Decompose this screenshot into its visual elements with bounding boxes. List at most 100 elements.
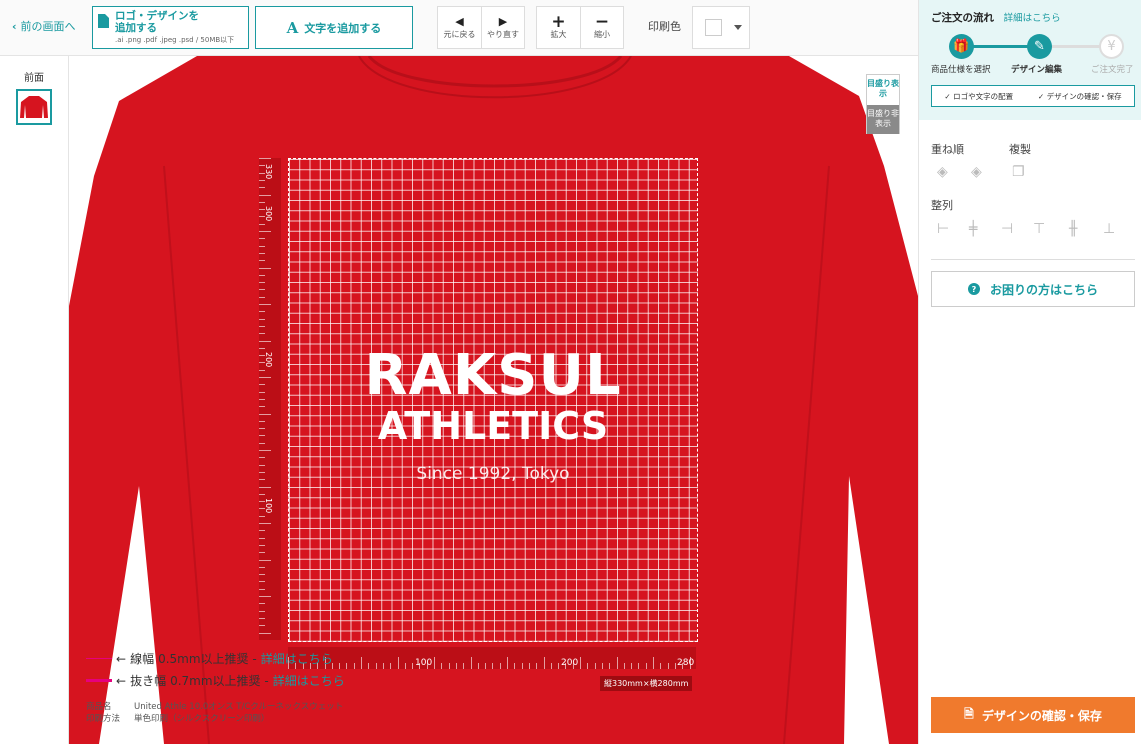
ruler-tick: [550, 663, 552, 669]
order-flow-title: ご注文の流れ: [931, 12, 994, 24]
ruler-tick: [653, 657, 654, 669]
ruler-tick: [259, 267, 271, 269]
ruler-tick: [259, 311, 265, 313]
step3-label: ご注文完了: [1091, 65, 1134, 75]
bring-forward-icon[interactable]: ◈: [937, 164, 948, 180]
back-label: 前の画面へ: [20, 20, 76, 33]
duplicate-icon[interactable]: ❐: [1012, 164, 1025, 180]
ruler-v-label: 330: [264, 164, 273, 180]
ruler-tick: [455, 663, 457, 669]
ruler-tick: [259, 347, 265, 349]
zoom-in-button[interactable]: + 拡大: [537, 7, 580, 48]
add-text-button[interactable]: A 文字を追加する: [255, 6, 413, 49]
substeps: ✓ ロゴや文字の配置 ✓ デザインの確認・保存: [931, 85, 1135, 107]
ruler-tick: [259, 471, 265, 473]
redo-label: やり直す: [487, 30, 519, 39]
ruler-tick: [492, 663, 494, 669]
undo-icon: ◀: [455, 15, 464, 28]
ruler-tick: [259, 552, 265, 554]
ruler-tick: [259, 588, 265, 590]
knockout-width-note: ← 抜き幅 0.7mm以上推奨 - 詳細はこちら: [86, 672, 345, 689]
zoom-out-label: 縮小: [594, 30, 610, 39]
grid-toggle[interactable]: 目盛り表示 目盛り非表示: [866, 74, 900, 134]
ruler-tick: [463, 663, 465, 669]
ruler-tick: [259, 282, 265, 284]
chevron-left-icon: ‹: [12, 19, 17, 33]
ruler-tick: [259, 274, 265, 276]
order-flow-header: ご注文の流れ 詳細はこちら: [931, 10, 1129, 25]
ruler-v-label: 100: [264, 498, 273, 514]
grid-show-button[interactable]: 目盛り表示: [867, 75, 899, 105]
ruler-tick: [259, 158, 271, 159]
grid-hide-button[interactable]: 目盛り非表示: [867, 105, 899, 134]
ruler-tick: [259, 398, 265, 400]
ruler-tick: [477, 663, 479, 669]
order-flow-panel: ご注文の流れ 詳細はこちら 🎁 ✎ ¥ 商品仕様を選択 デザイン編集 ご注文完了…: [919, 0, 1141, 120]
align-left-icon[interactable]: ⊢: [937, 221, 949, 237]
add-logo-button[interactable]: ロゴ・デザインを 追加する .ai .png .pdf .jpeg .psd /…: [92, 6, 249, 49]
align-center-icon[interactable]: ╪: [969, 221, 977, 237]
back-link[interactable]: ‹ 前の画面へ: [12, 18, 76, 34]
zoom-in-label: 拡大: [550, 30, 567, 39]
design-text-block[interactable]: RAKSUL ATHLETICS Since 1992, Tokyo: [288, 346, 698, 485]
ruler-tick: [259, 406, 265, 408]
ruler-tick: [259, 559, 271, 561]
undo-label: 元に戻る: [443, 30, 476, 39]
add-logo-label-2: 追加する: [115, 22, 157, 34]
yen-icon: ¥: [1099, 34, 1124, 59]
ruler-tick: [259, 369, 265, 371]
ruler-tick: [361, 657, 362, 669]
print-color-label: 印刷色: [648, 20, 681, 33]
ruler-tick: [514, 663, 516, 669]
sweatshirt-icon: [20, 96, 48, 118]
ruler-tick: [259, 544, 265, 546]
document-search-icon: 🗎: [964, 706, 974, 721]
ruler-tick: [259, 574, 265, 576]
align-bottom-icon[interactable]: ⊥: [1103, 221, 1115, 237]
step1-label: 商品仕様を選択: [931, 65, 991, 75]
knockout-width-value: 0.7mm以上推奨 -: [170, 674, 269, 688]
design-line-3: Since 1992, Tokyo: [416, 464, 570, 484]
line-width-detail-link[interactable]: 詳細はこちら: [261, 650, 333, 667]
redo-button[interactable]: ▶ やり直す: [481, 7, 524, 48]
add-logo-label-1: ロゴ・デザインを: [115, 10, 199, 22]
align-middle-icon[interactable]: ╫: [1069, 221, 1077, 237]
ruler-tick: [259, 289, 265, 291]
ruler-tick: [616, 657, 618, 669]
plus-icon: +: [551, 12, 566, 32]
ruler-tick: [536, 663, 538, 669]
line-width-swatch: [86, 658, 112, 659]
ruler-tick: [368, 663, 370, 669]
undo-button[interactable]: ◀ 元に戻る: [438, 7, 481, 48]
help-label: お困りの方はこちら: [989, 282, 1098, 297]
ruler-tick: [259, 384, 265, 386]
ruler-tick: [390, 663, 392, 669]
ruler-tick: [259, 231, 271, 232]
knockout-detail-link[interactable]: 詳細はこちら: [273, 672, 345, 689]
print-color-select[interactable]: [692, 6, 750, 49]
order-flow-detail-link[interactable]: 詳細はこちら: [1004, 13, 1061, 24]
send-backward-icon[interactable]: ◈: [971, 164, 982, 180]
ruler-tick: [259, 596, 271, 597]
vertical-ruler: 330 300 200 100: [259, 158, 281, 640]
front-thumbnail[interactable]: [16, 89, 52, 125]
ruler-tick: [259, 362, 265, 364]
help-button[interactable]: ? お困りの方はこちら: [931, 271, 1135, 307]
ruler-tick: [259, 610, 265, 612]
align-right-icon[interactable]: ⊣: [1001, 221, 1013, 237]
zoom-out-button[interactable]: − 縮小: [580, 7, 623, 48]
ruler-tick: [485, 663, 487, 669]
ruler-v-label: 200: [264, 352, 273, 368]
ruler-tick: [419, 663, 421, 669]
ruler-tick: [259, 377, 271, 378]
align-top-icon[interactable]: ⊤: [1033, 221, 1045, 237]
ruler-tick: [528, 663, 530, 669]
ruler-tick: [259, 252, 265, 254]
ruler-tick: [259, 194, 271, 196]
save-label: デザインの確認・保存: [981, 708, 1102, 723]
ruler-tick: [382, 663, 384, 669]
ruler-tick: [375, 663, 377, 669]
ruler-tick: [565, 663, 567, 669]
add-logo-formats: .ai .png .pdf .jpeg .psd / 50MB以下: [115, 36, 235, 44]
confirm-save-button[interactable]: 🗎 デザインの確認・保存: [931, 697, 1135, 733]
